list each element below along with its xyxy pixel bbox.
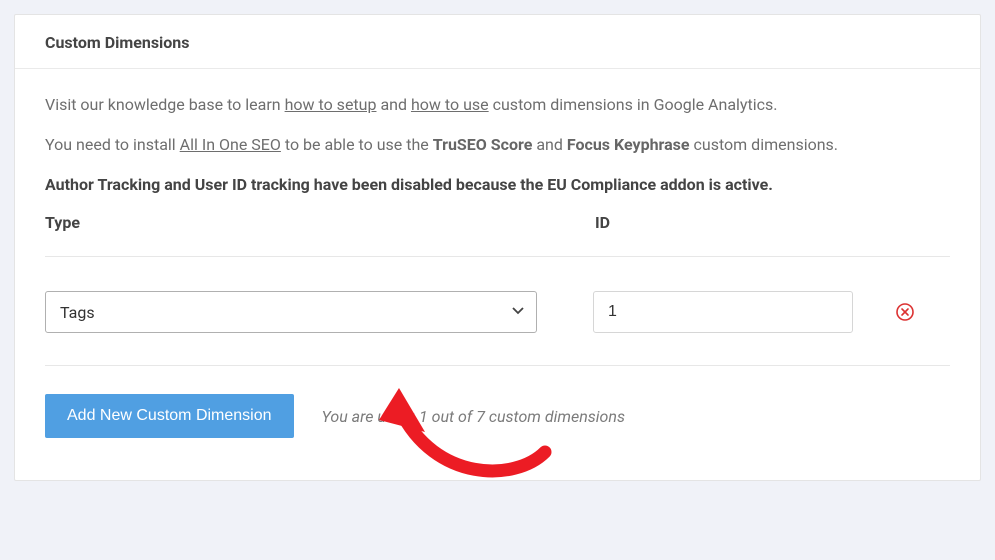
intro-text: Visit our knowledge base to learn how to… — [45, 93, 950, 197]
dimension-row: Tags — [45, 291, 950, 333]
type-select-value: Tags — [60, 303, 95, 322]
intro-line-2: You need to install All In One SEO to be… — [45, 133, 950, 157]
footer-row: Add New Custom Dimension You are using 1… — [45, 394, 950, 468]
close-circle-icon — [896, 303, 914, 321]
text: and — [532, 135, 567, 154]
strong-focus-keyphrase: Focus Keyphrase — [567, 135, 690, 154]
strong-truseo: TruSEO Score — [433, 135, 533, 154]
card-title: Custom Dimensions — [15, 15, 980, 69]
text: custom dimensions. — [690, 135, 838, 154]
intro-warning: Author Tracking and User ID tracking hav… — [45, 173, 950, 197]
text: You need to install — [45, 135, 180, 154]
id-input[interactable] — [593, 291, 853, 333]
text: and — [376, 95, 411, 114]
type-select-wrap: Tags — [45, 291, 537, 333]
type-select[interactable]: Tags — [45, 291, 537, 333]
link-aioseo[interactable]: All In One SEO — [180, 135, 281, 154]
divider — [45, 365, 950, 366]
text: Visit our knowledge base to learn — [45, 95, 285, 114]
text: to be able to use the — [281, 135, 433, 154]
intro-line-1: Visit our knowledge base to learn how to… — [45, 93, 950, 117]
usage-text: You are using 1 out of 7 custom dimensio… — [322, 407, 625, 426]
divider — [45, 256, 950, 257]
column-header-id: ID — [595, 213, 950, 252]
link-how-to-use[interactable]: how to use — [411, 95, 489, 114]
add-dimension-button[interactable]: Add New Custom Dimension — [45, 394, 294, 438]
table-header: Type ID — [45, 213, 950, 252]
column-header-type: Type — [45, 213, 595, 252]
remove-row-button[interactable] — [895, 302, 915, 322]
card-body: Visit our knowledge base to learn how to… — [15, 69, 980, 480]
link-how-to-setup[interactable]: how to setup — [285, 95, 377, 114]
text: custom dimensions in Google Analytics. — [489, 95, 778, 114]
custom-dimensions-card: Custom Dimensions Visit our knowledge ba… — [14, 14, 981, 481]
